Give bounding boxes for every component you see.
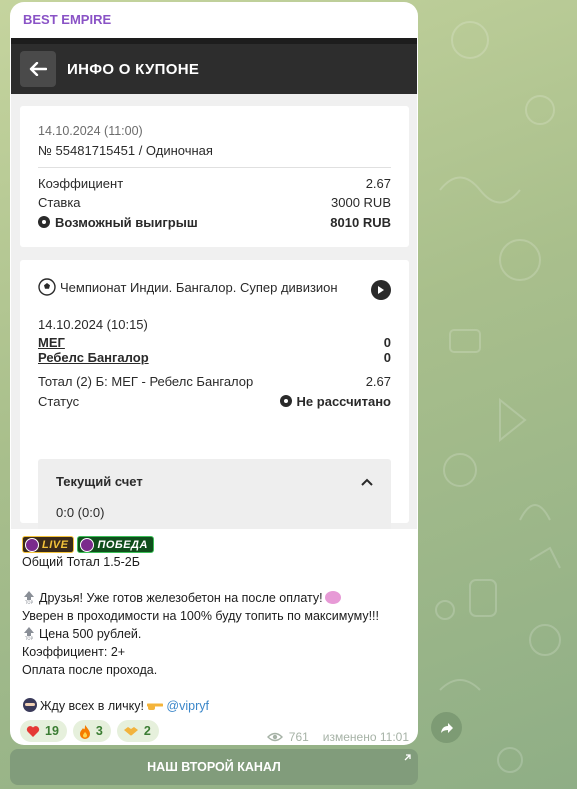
text-line: TOP Друзья! Уже готов железобетон на посл…: [22, 589, 417, 607]
coupon-topbar: ИНФО О КУПОНЕ: [11, 38, 417, 94]
text-line: TOP Цена 500 рублей.: [22, 625, 417, 643]
reaction-count: 3: [95, 724, 103, 738]
team-1[interactable]: МЕГ: [38, 335, 65, 350]
coupon-screenshot[interactable]: ИНФО О КУПОНЕ 14.10.2024 (11:00) № 55481…: [11, 38, 417, 529]
second-channel-label: НАШ ВТОРОЙ КАНАЛ: [147, 760, 281, 774]
stake-value: 3000 RUB: [331, 195, 391, 210]
soccer-ball-icon: [38, 278, 56, 296]
reaction-heart[interactable]: 19: [20, 720, 67, 742]
current-score-panel[interactable]: Текущий счет 0:0 (0:0): [38, 459, 391, 529]
status-value: Не рассчитано: [296, 394, 391, 409]
text-line: Оплата после прохода.: [22, 663, 158, 678]
message-text: LIVE ПОБЕДА Общий Тотал 1.5-2Б TOP Друзья!…: [22, 535, 417, 715]
brain-icon: [324, 591, 341, 605]
text-line-content: Жду всех в личку!: [40, 699, 148, 714]
reactions-bar: 19 3 2: [20, 720, 159, 742]
avatar-icon: [80, 537, 95, 552]
live-badge: LIVE: [22, 536, 75, 554]
win-label: Возможный выигрыш: [55, 215, 198, 230]
coupon-title: ИНФО О КУПОНЕ: [67, 61, 200, 78]
message-meta: 761 изменено 11:01: [266, 730, 409, 744]
handshake-icon: [123, 727, 138, 736]
live-badge-label: LIVE: [42, 538, 69, 551]
share-arrow-icon: [440, 722, 453, 733]
divider: [38, 167, 391, 168]
text-line: Общий Тотал 1.5-2Б: [22, 555, 140, 570]
team-2[interactable]: Ребелс Бангалор: [38, 350, 149, 365]
heart-icon: [26, 725, 40, 737]
team-2-score: 0: [383, 350, 391, 365]
badges-line: LIVE ПОБЕДА: [22, 535, 417, 554]
bet-label: Тотал (2) Б: МЕГ - Ребелс Бангалор: [38, 374, 254, 389]
reaction-count: 2: [143, 724, 151, 738]
reaction-fire[interactable]: 3: [72, 720, 111, 742]
coupon-date: 14.10.2024 (11:00): [38, 124, 143, 138]
eye-icon: [266, 732, 283, 742]
top-arrow-icon: TOP: [24, 627, 34, 640]
play-icon[interactable]: [371, 280, 391, 300]
text-line: Уверен в проходимости на 100% буду топит…: [22, 609, 379, 624]
event-datetime: 14.10.2024 (10:15): [38, 317, 148, 332]
league-name: Чемпионат Индии. Бангалор. Супер дивизио…: [60, 279, 338, 295]
message-bubble: BEST EMPIRE ИНФО О КУПОНЕ 14.10.2024 (11…: [10, 2, 418, 745]
fire-icon: [79, 724, 90, 739]
coupon-card: 14.10.2024 (11:00) № 55481715451 / Одино…: [20, 106, 409, 247]
back-arrow-icon: [20, 51, 56, 87]
coef-label: Коэффициент: [38, 176, 124, 191]
win-badge: ПОБЕДА: [77, 536, 154, 554]
svg-text:TOP: TOP: [24, 636, 34, 640]
score-value: 0:0 (0:0): [56, 505, 105, 520]
text-line-content: Цена 500 рублей.: [39, 627, 142, 642]
stake-label: Ставка: [38, 195, 81, 210]
coef-value: 2.67: [365, 176, 391, 191]
radio-icon: [38, 216, 50, 228]
win-value: 8010 RUB: [330, 215, 391, 230]
win-badge-label: ПОБЕДА: [97, 538, 148, 551]
channel-name[interactable]: BEST EMPIRE: [23, 12, 111, 27]
top-arrow-icon: TOP: [24, 591, 34, 604]
event-card: Чемпионат Индии. Бангалор. Супер дивизио…: [20, 260, 409, 529]
reaction-count: 19: [45, 724, 59, 738]
username-link[interactable]: @vipryf: [166, 699, 209, 713]
status-label: Статус: [38, 394, 80, 409]
text-line: Коэффициент: 2+: [22, 645, 126, 660]
view-count: 761: [288, 730, 309, 744]
external-link-icon: [404, 754, 411, 761]
text-line: Жду всех в личку! @vipryf: [22, 697, 417, 715]
second-channel-button[interactable]: НАШ ВТОРОЙ КАНАЛ: [10, 749, 418, 785]
svg-text:TOP: TOP: [24, 600, 34, 604]
chevron-up-icon[interactable]: [361, 478, 373, 486]
pointing-hand-icon: [146, 703, 164, 711]
bet-coef: 2.67: [365, 374, 391, 389]
radio-icon: [279, 395, 292, 407]
team-1-score: 0: [383, 335, 391, 350]
coupon-number: № 55481715451 / Одиночная: [38, 143, 213, 158]
text-line-content: Друзья! Уже готов железобетон на после о…: [39, 591, 323, 606]
reaction-handshake[interactable]: 2: [116, 720, 159, 742]
score-title: Текущий счет: [56, 474, 143, 489]
ninja-icon: [23, 698, 37, 713]
edited-time: изменено 11:01: [322, 730, 409, 744]
share-button[interactable]: [431, 712, 462, 743]
avatar-icon: [25, 537, 39, 552]
